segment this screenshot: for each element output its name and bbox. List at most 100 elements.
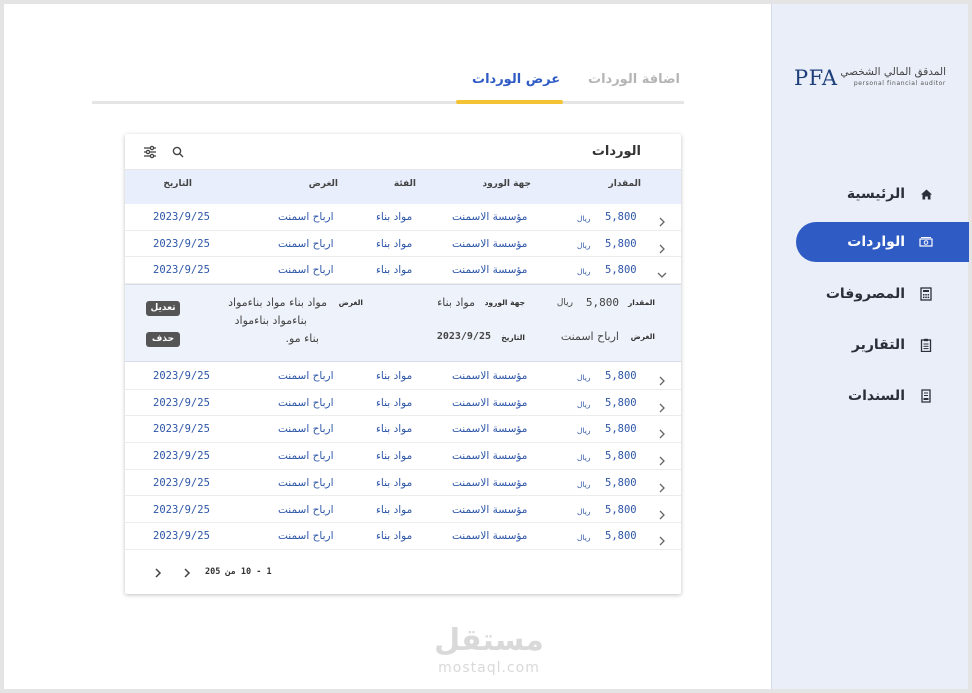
filter-icon[interactable]	[143, 144, 159, 160]
row-amount: 5,800	[605, 503, 637, 516]
table-row[interactable]: 5,800 ريال مؤسسة الاسمنت مواد بناء ارباح اسم…	[125, 470, 681, 497]
chevron-right-icon	[184, 568, 191, 578]
clipboard-icon	[919, 338, 933, 352]
table-row[interactable]: 5,800 ريال مؤسسة الاسمنت مواد بناء ارباح اسم…	[125, 443, 681, 470]
row-currency: ريال	[577, 373, 591, 382]
table-row[interactable]: 5,800 ريال مؤسسة الاسمنت مواد بناء ارباح اسم…	[125, 416, 681, 444]
detail-amount: 5,800	[585, 296, 619, 309]
chevron-right-icon[interactable]	[657, 398, 667, 413]
row-amount: 5,800	[605, 237, 637, 250]
row-date: 2023/9/25	[153, 530, 210, 543]
app-logo[interactable]: PFA المدقق المالي الشخصي personal financ…	[794, 66, 954, 92]
col-date[interactable]: التاريخ	[163, 179, 192, 189]
table-header: المقدار جهة الورود الفئة الغرض التاريخ	[125, 170, 681, 204]
delete-button[interactable]: حذف	[146, 332, 180, 347]
row-currency: ريال	[577, 399, 591, 409]
row-date: 2023/9/25	[153, 476, 210, 489]
row-currency: ريال	[577, 426, 591, 436]
row-amount: 5,800	[605, 476, 637, 489]
row-purpose: ارباح اسمنت	[278, 237, 334, 250]
row-amount: 5,800	[605, 450, 637, 463]
table-row[interactable]: 5,800 ريال مؤسسة الاسمنت مواد بناء ارباح اسم…	[125, 257, 681, 285]
detail-purpose2: ارباح اسمنت	[560, 330, 619, 343]
nav-item-reports[interactable]: التقارير	[796, 325, 969, 365]
money-icon	[919, 235, 933, 249]
next-page-button[interactable]	[151, 565, 165, 579]
row-source: مؤسسة الاسمنت	[452, 503, 528, 516]
row-source: مؤسسة الاسمنت	[452, 530, 528, 543]
chevron-right-icon	[155, 568, 162, 578]
detail-purpose-line1: مواد بناء مواد بناءمواد	[228, 296, 327, 309]
search-icon[interactable]	[171, 144, 187, 160]
app-frame: عرض الوردات اضافة الوردات الوردات المقدا…	[4, 4, 969, 689]
chevron-right-icon[interactable]	[657, 371, 667, 386]
last-page-button[interactable]	[180, 565, 194, 579]
chevron-right-icon[interactable]	[657, 478, 667, 493]
tab-view-incomes[interactable]: عرض الوردات	[472, 72, 560, 87]
detail-amount-label: المقدار	[627, 298, 655, 307]
detail-source-label: جهة الورود	[484, 298, 525, 307]
row-source: مؤسسة الاسمنت	[452, 450, 528, 463]
table-row[interactable]: 5,800 ريال مؤسسة الاسمنت مواد بناء ارباح اسم…	[125, 363, 681, 390]
col-source[interactable]: جهة الورود	[482, 179, 531, 189]
row-purpose: ارباح اسمنت	[278, 396, 334, 409]
chevron-right-icon[interactable]	[657, 505, 667, 519]
nav-item-vouchers[interactable]: السندات	[796, 376, 969, 416]
row-category: مواد بناء	[376, 211, 413, 223]
logo-subtitle: personal financial auditor	[853, 80, 946, 87]
col-category[interactable]: الفئة	[394, 179, 416, 189]
table-row[interactable]: 5,800 ريال مؤسسة الاسمنت مواد بناء ارباح اسم…	[125, 497, 681, 524]
detail-date: 2023/9/25	[436, 331, 491, 342]
nav-item-label: المصروفات	[825, 286, 905, 302]
row-purpose: ارباح اسمنت	[278, 423, 334, 436]
nav-item-label: السندات	[848, 388, 905, 404]
home-icon	[919, 187, 933, 201]
calculator-icon	[919, 287, 933, 301]
card-header: الوردات	[125, 134, 681, 170]
chevron-right-icon[interactable]	[657, 212, 667, 227]
detail-purpose-line3: بناء مو.	[285, 332, 319, 345]
chevron-right-icon[interactable]	[657, 424, 667, 439]
row-source: مؤسسة الاسمنت	[452, 211, 528, 223]
logo-title: المدقق المالي الشخصي	[840, 66, 946, 78]
row-currency: ريال	[577, 214, 591, 223]
row-purpose: ارباح اسمنت	[278, 476, 334, 489]
row-date: 2023/9/25	[153, 503, 210, 516]
row-category: مواد بناء	[376, 476, 413, 489]
row-date: 2023/9/25	[153, 396, 210, 409]
table-row[interactable]: 5,800 ريال مؤسسة الاسمنت مواد بناء ارباح اسم…	[125, 523, 681, 550]
incomes-card: الوردات المقدار جهة الورود الفئة الغرض ا…	[125, 134, 681, 594]
row-category: مواد بناء	[376, 503, 413, 516]
edit-button[interactable]: تعديل	[146, 301, 180, 316]
row-category: مواد بناء	[376, 264, 413, 277]
row-source: مؤسسة الاسمنت	[452, 370, 528, 382]
pagination-range: 1 - 10 من 205	[205, 567, 272, 577]
row-category: مواد بناء	[376, 450, 413, 463]
watermark-arabic: مستقل	[434, 623, 544, 658]
table-row[interactable]: 5,800 ريال مؤسسة الاسمنت مواد بناء ارباح اسم…	[125, 231, 681, 258]
tab-bar: عرض الوردات اضافة الوردات	[92, 70, 684, 104]
col-amount[interactable]: المقدار	[609, 179, 641, 189]
nav-item-home[interactable]: الرئيسية	[796, 174, 969, 214]
chevron-down-icon[interactable]	[657, 265, 667, 279]
watermark-english: mostaql.com	[438, 660, 540, 676]
nav-item-incomes[interactable]: الواردات	[796, 222, 969, 262]
watermark: مستقل mostaql.com	[424, 622, 554, 688]
nav-item-expenses[interactable]: المصروفات	[796, 274, 969, 314]
row-date: 2023/9/25	[153, 264, 210, 277]
tab-add-incomes[interactable]: اضافة الوردات	[588, 72, 680, 87]
detail-purpose2-label: الغرض	[630, 332, 655, 341]
row-currency: ريال	[577, 479, 591, 489]
table-row[interactable]: 5,800 ريال مؤسسة الاسمنت مواد بناء ارباح اسم…	[125, 390, 681, 417]
row-currency: ريال	[577, 506, 591, 516]
chevron-right-icon[interactable]	[657, 239, 667, 254]
chevron-right-icon[interactable]	[657, 531, 667, 546]
row-source: مؤسسة الاسمنت	[452, 423, 528, 436]
row-purpose: ارباح اسمنت	[278, 503, 334, 516]
detail-currency: ريال	[556, 298, 573, 308]
row-date: 2023/9/25	[153, 370, 210, 382]
col-purpose[interactable]: الغرض	[309, 179, 338, 189]
chevron-right-icon[interactable]	[657, 451, 667, 466]
row-amount: 5,800	[605, 396, 637, 409]
table-row[interactable]: 5,800 ريال مؤسسة الاسمنت مواد بناء ارباح اسم…	[125, 204, 681, 231]
